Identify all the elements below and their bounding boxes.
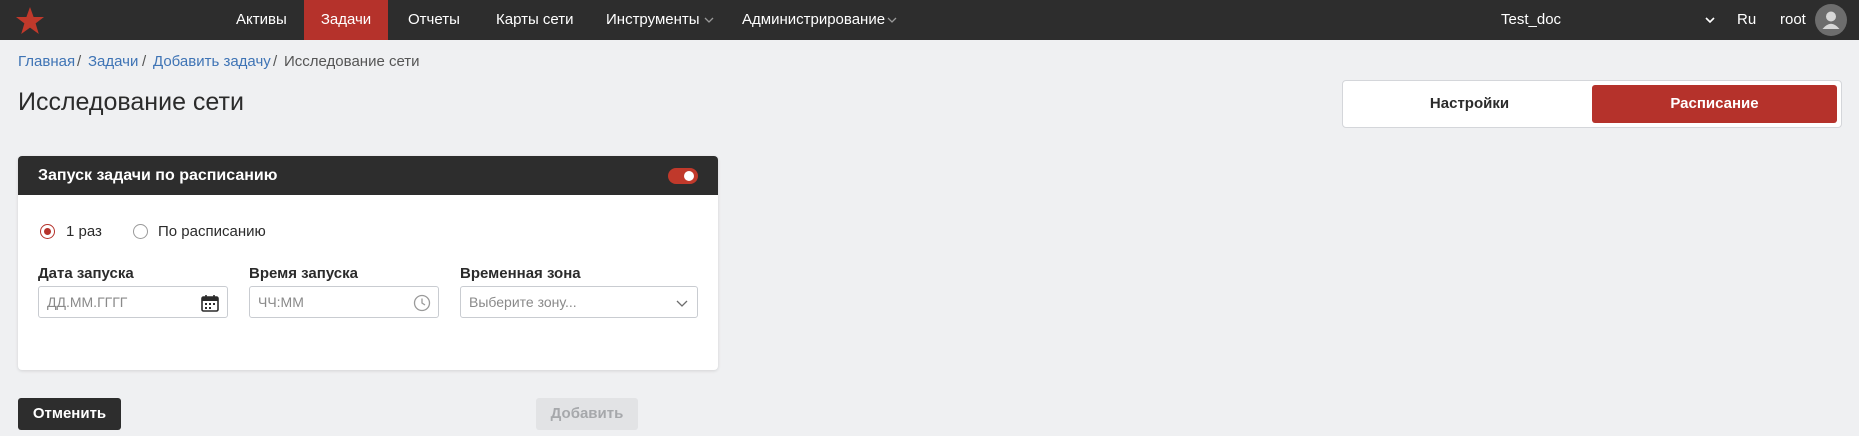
schedule-toggle[interactable] xyxy=(668,168,698,184)
start-date-field xyxy=(38,286,228,318)
toggle-knob xyxy=(684,171,694,181)
schedule-card-header: Запуск задачи по расписанию xyxy=(18,156,718,195)
chevron-down-icon[interactable] xyxy=(704,16,714,24)
tab-settings[interactable]: Настройки xyxy=(1347,85,1592,123)
tab-schedule[interactable]: Расписание xyxy=(1592,85,1837,123)
chevron-down-icon[interactable] xyxy=(887,16,897,24)
start-date-label: Дата запуска xyxy=(38,265,134,282)
start-date-input[interactable] xyxy=(47,287,197,317)
nav-item-tools[interactable]: Инструменты xyxy=(606,0,700,40)
radio-once[interactable] xyxy=(40,224,55,239)
start-time-label: Время запуска xyxy=(249,265,358,282)
nav-item-administration[interactable]: Администрирование xyxy=(742,0,885,40)
breadcrumb-separator: / xyxy=(273,53,278,70)
breadcrumb-home[interactable]: Главная xyxy=(18,53,75,70)
chevron-down-icon[interactable] xyxy=(1705,16,1715,24)
breadcrumb-separator: / xyxy=(77,53,82,70)
user-avatar-icon[interactable] xyxy=(1815,4,1847,36)
nav-item-tasks[interactable]: Задачи xyxy=(304,0,388,40)
star-logo-icon[interactable] xyxy=(14,6,46,36)
username[interactable]: root xyxy=(1780,0,1806,40)
timezone-select-placeholder: Выберите зону... xyxy=(469,294,577,310)
clock-icon[interactable] xyxy=(412,293,432,313)
nav-item-network-maps[interactable]: Карты сети xyxy=(496,0,574,40)
top-navbar: Активы Задачи Отчеты Карты сети Инструме… xyxy=(0,0,1859,40)
schedule-card: Запуск задачи по расписанию xyxy=(18,156,718,370)
add-button: Добавить xyxy=(536,398,638,430)
nav-item-assets[interactable]: Активы xyxy=(236,0,287,40)
cancel-button[interactable]: Отменить xyxy=(18,398,121,430)
page-title: Исследование сети xyxy=(18,88,244,116)
breadcrumb-separator: / xyxy=(142,53,147,70)
breadcrumb-add-task[interactable]: Добавить задачу xyxy=(153,53,271,70)
project-selector[interactable]: Test_doc xyxy=(1501,0,1561,40)
calendar-icon[interactable] xyxy=(200,293,220,313)
timezone-select[interactable]: Выберите зону... xyxy=(460,286,698,318)
timezone-label: Временная зона xyxy=(460,265,581,282)
nav-item-reports[interactable]: Отчеты xyxy=(408,0,460,40)
schedule-card-title: Запуск задачи по расписанию xyxy=(38,167,278,184)
breadcrumb-current: Исследование сети xyxy=(284,53,420,70)
radio-once-label[interactable]: 1 раз xyxy=(66,223,102,240)
breadcrumb-tasks[interactable]: Задачи xyxy=(88,53,138,70)
start-time-input[interactable] xyxy=(258,287,408,317)
radio-by-schedule[interactable] xyxy=(133,224,148,239)
language-switcher[interactable]: Ru xyxy=(1737,0,1756,40)
chevron-down-icon xyxy=(676,300,688,307)
radio-by-schedule-label[interactable]: По расписанию xyxy=(158,223,266,240)
start-time-field xyxy=(249,286,439,318)
settings-schedule-tabs: Настройки Расписание xyxy=(1342,80,1842,128)
